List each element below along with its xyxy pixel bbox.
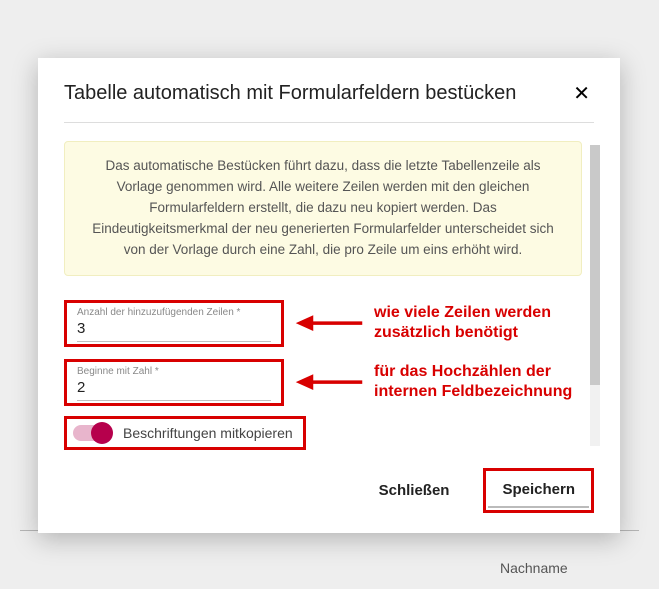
start-number-annotated-row: Beginne mit Zahl * für das Hochzählen de… xyxy=(64,359,582,406)
copy-labels-toggle-label: Beschriftungen mitkopieren xyxy=(123,425,293,441)
toggle-knob xyxy=(91,422,113,444)
dialog-title: Tabelle automatisch mit Formularfeldern … xyxy=(64,82,516,105)
row-count-label: Anzahl der hinzuzufügenden Zeilen * xyxy=(77,307,271,318)
input-underline xyxy=(77,341,271,342)
dialog-divider xyxy=(64,122,594,123)
start-number-field-highlight: Beginne mit Zahl * xyxy=(64,359,284,406)
close-button[interactable]: Schließen xyxy=(373,472,456,509)
dialog-actions: Schließen Speichern xyxy=(64,468,594,513)
save-button[interactable]: Speichern xyxy=(488,473,589,508)
save-button-highlight: Speichern xyxy=(483,468,594,513)
scrollbar-thumb[interactable] xyxy=(590,145,600,385)
annotation-start: für das Hochzählen der internen Feldbeze… xyxy=(374,362,582,402)
copy-labels-toggle-highlight: Beschriftungen mitkopieren xyxy=(64,416,306,450)
dialog-body: Das automatische Bestücken führt dazu, d… xyxy=(64,141,594,450)
dialog-populate-table: Tabelle automatisch mit Formularfeldern … xyxy=(38,58,620,533)
info-box: Das automatische Bestücken führt dazu, d… xyxy=(64,141,582,276)
row-count-annotated-row: Anzahl der hinzuzufügenden Zeilen * wie … xyxy=(64,300,582,347)
close-icon[interactable]: ✕ xyxy=(569,82,594,106)
background-column-label: Nachname xyxy=(500,560,568,576)
row-count-field-highlight: Anzahl der hinzuzufügenden Zeilen * xyxy=(64,300,284,347)
input-underline xyxy=(77,400,271,401)
annotation-rows: wie viele Zeilen werden zusätzlich benöt… xyxy=(374,303,582,343)
start-number-label: Beginne mit Zahl * xyxy=(77,366,271,377)
copy-labels-toggle[interactable] xyxy=(73,425,111,441)
arrow-left-icon xyxy=(294,310,364,336)
start-number-input[interactable] xyxy=(77,377,271,398)
row-count-input[interactable] xyxy=(77,318,271,339)
dialog-header: Tabelle automatisch mit Formularfeldern … xyxy=(64,82,594,106)
arrow-left-icon xyxy=(294,369,364,395)
